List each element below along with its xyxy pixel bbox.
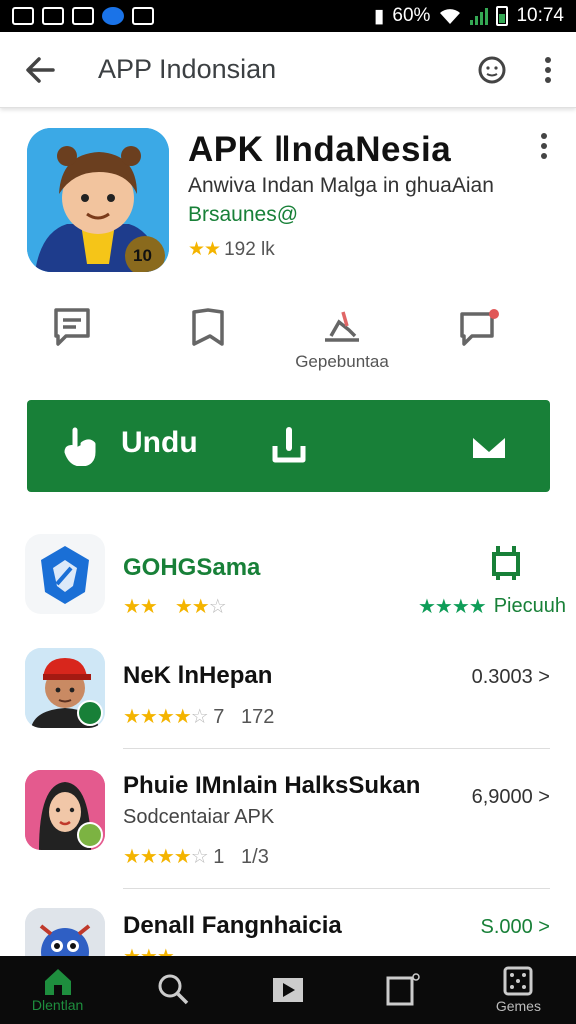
download-icon [272, 427, 306, 463]
nav-home[interactable]: Dlentlan [0, 956, 115, 1024]
action-row: Gepebuntaa [0, 300, 576, 380]
message-notify-icon [460, 309, 499, 346]
list-item-title: GOHGSama [123, 554, 261, 581]
list-item-price: 0.3003 > [471, 666, 550, 688]
status-bar: ▮ 60% 10:74 [0, 0, 576, 32]
donate-button[interactable]: Gepebuntaa [287, 300, 397, 372]
rating-stars: ★★ [123, 596, 158, 618]
list-item-rating-text: 1 1/3 [213, 846, 269, 868]
nav-search[interactable] [115, 956, 230, 1024]
nav-tablet[interactable] [346, 956, 461, 1024]
list-item-rating-text: 7 172 [213, 706, 275, 728]
more-vert-icon [545, 56, 551, 83]
list-item-rating: ★★ ★★☆ [123, 596, 227, 618]
verified-badge-icon [77, 700, 103, 726]
rating-stars: ★★ [188, 239, 221, 260]
message-icon [132, 7, 154, 25]
play-icon [273, 978, 303, 1002]
rating-stars: ★★★★☆ [123, 706, 209, 728]
rating-stars: ★★★★☆ [123, 846, 209, 868]
list-item-rating-right: ★★★★ Piecuuh [418, 594, 566, 619]
developer-link[interactable]: Brsaunes@ [188, 203, 298, 227]
list-item-rating: ★★★★☆ 7 172 [123, 704, 274, 729]
bookmark-icon [192, 308, 224, 346]
image-icon [72, 7, 94, 25]
battery-percent: 60% [392, 5, 431, 26]
app-rating: ★★ 192 lk [188, 238, 275, 261]
rating-stars: ★★★★ [418, 596, 487, 618]
list-item-rating: ★★★★☆ 1 1/3 [123, 844, 269, 869]
nav-games-label: Gemes [495, 998, 541, 1014]
nav-games[interactable]: Gemes [461, 956, 576, 1024]
home-icon [44, 969, 71, 995]
nav-play[interactable] [230, 956, 345, 1024]
divider [123, 888, 550, 889]
clock: 10:74 [516, 5, 564, 26]
list-item[interactable]: Denall Fangnhaicia S.000 > ★★★ [0, 900, 576, 956]
overflow-menu-button[interactable] [520, 32, 576, 108]
donate-icon [325, 311, 359, 342]
search-icon [158, 974, 189, 1005]
back-arrow-icon[interactable] [0, 32, 80, 108]
list-item-price: S.000 > [480, 916, 550, 938]
list-item[interactable]: GOHGSama ★★ ★★☆ ★★★★ Piecuuh [0, 528, 576, 624]
rating-stars: ★★★ [123, 946, 175, 956]
list-item-title: NeK lnHepan [123, 662, 273, 689]
list-item[interactable]: NeK lnHepan ★★★★☆ 7 172 0.3003 > [0, 640, 576, 750]
shield-logo-icon [25, 534, 105, 614]
notification-icon [42, 7, 64, 25]
wifi-icon [440, 9, 461, 24]
touch-icon [64, 427, 96, 466]
nav-home-label: Dlentlan [31, 997, 84, 1013]
comment-button[interactable] [22, 300, 122, 352]
monster-avatar-icon [25, 908, 105, 956]
divider [123, 748, 550, 749]
message-button[interactable] [430, 300, 530, 352]
list-item-price: 6,9000 > [471, 786, 550, 808]
more-vert-icon [541, 133, 547, 159]
app-name: APK ‖ndaNesia [188, 130, 452, 169]
bookmark-button[interactable] [158, 300, 258, 352]
top-app-bar: APP Indonsian [0, 32, 576, 108]
list-item[interactable]: Phuie IMnlain HalksSukan Sodcentaiar APK… [0, 760, 576, 890]
comment-icon [54, 308, 90, 346]
app-more-button[interactable] [528, 132, 560, 168]
list-item-subtitle: Sodcentaiar APK [123, 806, 275, 828]
page-title: APP Indonsian [98, 54, 277, 84]
install-small-icon[interactable] [488, 542, 524, 582]
list-item-title: Denall Fangnhaicia [123, 912, 342, 939]
install-button[interactable]: Undu [27, 400, 550, 492]
rating-count: 192 lk [224, 238, 275, 260]
signal-icon [470, 7, 489, 25]
list-item-rating: ★★★ [123, 944, 175, 956]
verified-badge-icon [77, 822, 103, 848]
vibrate-icon: ▮ [373, 5, 385, 27]
avatar-red-cap-icon [25, 648, 105, 728]
battery-icon [496, 6, 509, 26]
search-icon [478, 56, 506, 83]
bottom-navigation: Dlentlan Gemes [0, 956, 576, 1024]
donate-label: Gepebuntaa [295, 352, 389, 371]
app-icon-badge: 10 [133, 246, 152, 265]
avatar-woman-icon [25, 770, 105, 850]
app-notification-icon [102, 7, 124, 25]
search-button[interactable] [464, 32, 520, 108]
list-item-tag: Piecuuh [493, 595, 566, 617]
install-label: Undu [121, 426, 198, 459]
share-icon [472, 434, 506, 458]
app-icon: 10 [27, 128, 169, 272]
tablet-icon [386, 973, 420, 1006]
dice-icon [503, 966, 533, 996]
notification-icon [12, 7, 34, 25]
app-subtitle: Anwiva Indan Malga in ghuaAian [188, 174, 494, 197]
list-item-title: Phuie IMnlain HalksSukan [123, 772, 421, 799]
